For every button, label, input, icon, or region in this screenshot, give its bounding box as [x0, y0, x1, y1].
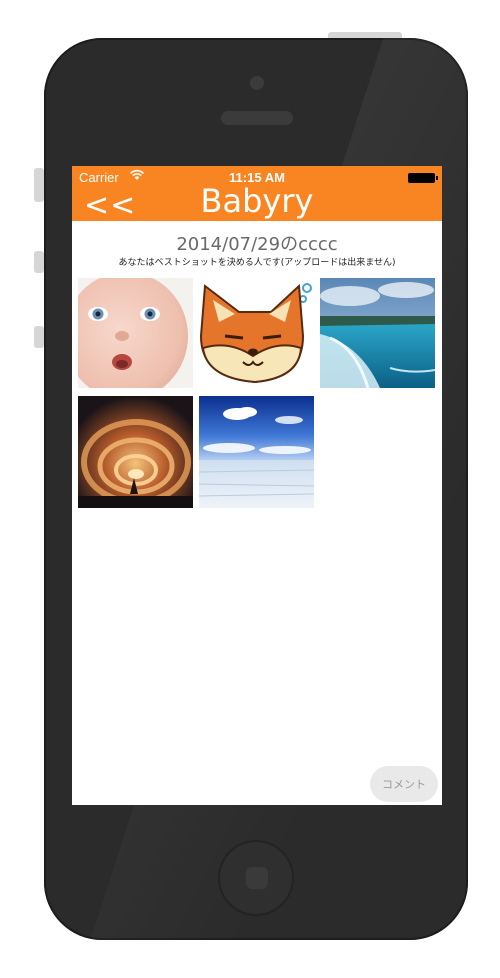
date-title: 2014/07/29のcccc: [176, 234, 338, 255]
photo-thumbnail-sky[interactable]: [199, 396, 314, 508]
volume-up-button: [34, 251, 44, 273]
silent-switch: [34, 168, 44, 202]
photo-thumbnail-swirl[interactable]: [78, 396, 193, 508]
sky-photo-image: [199, 396, 314, 508]
comment-button[interactable]: コメント: [370, 766, 438, 802]
swirl-photo-image: [78, 396, 193, 508]
app-screen: Carrier 11:15 AM << Babyry 2014/07/29のcc…: [72, 166, 442, 805]
photo-thumbnail-fox[interactable]: [199, 278, 314, 388]
photo-thumbnail-baby[interactable]: [78, 278, 193, 388]
home-button-icon: [246, 867, 268, 889]
navigation-bar: Carrier 11:15 AM << Babyry: [72, 166, 442, 223]
waterfall-photo-image: [320, 278, 435, 388]
photo-thumbnail-waterfall[interactable]: [320, 278, 435, 388]
fox-photo-image: [199, 278, 314, 388]
app-title: Babyry: [200, 182, 314, 220]
baby-photo-image: [78, 278, 193, 388]
earpiece-speaker: [221, 111, 293, 125]
front-camera: [250, 76, 264, 90]
volume-down-button: [34, 326, 44, 348]
role-notice: あなたはベストショットを決める人です(アップロードは出来ません): [118, 258, 396, 268]
